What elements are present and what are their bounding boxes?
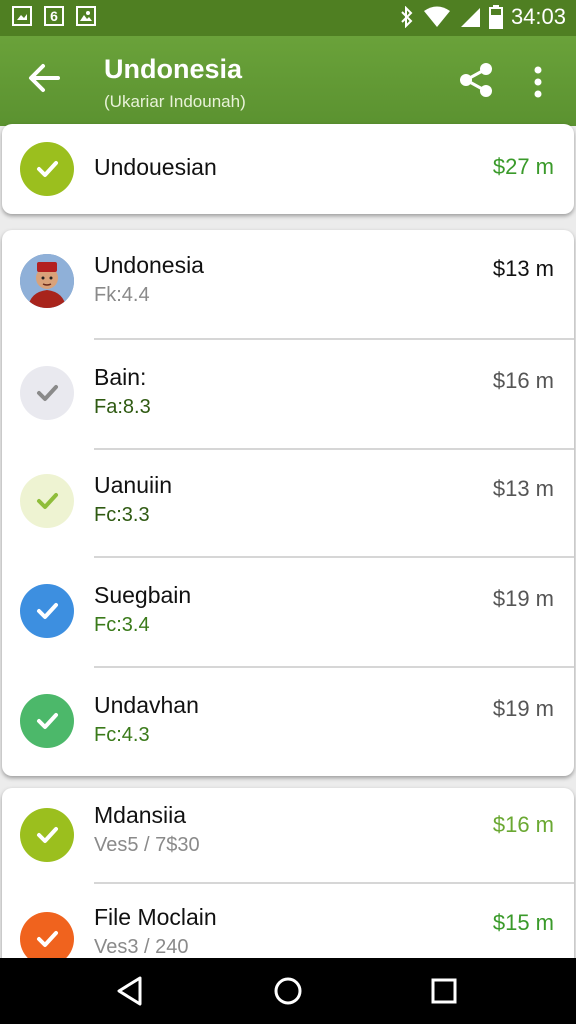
item-price: $15 m: [492, 910, 554, 935]
gallery-notification-icon: [76, 6, 96, 26]
item-subtitle: Ves5 / 7$30: [94, 834, 200, 856]
app-bar: Undonesia (Ukariar Indounah): [0, 36, 576, 126]
item-price: $19 m: [492, 586, 554, 611]
item-name: Undonesia: [94, 252, 204, 278]
check-icon: [20, 366, 74, 420]
list-item[interactable]: Bain: Fa:8.3 $16 m: [2, 340, 574, 448]
clock: 34:03: [510, 4, 566, 29]
page-subtitle: (Ukariar Indounah): [104, 92, 246, 111]
item-name: Bain:: [94, 364, 147, 390]
item-price: $13 m: [492, 476, 554, 501]
back-arrow-icon[interactable]: [24, 58, 64, 98]
item-price: $16 m: [492, 368, 554, 393]
more-options-icon[interactable]: [526, 62, 550, 102]
page-title: Undonesia: [104, 54, 243, 84]
item-subtitle: Fa:8.3: [94, 396, 151, 418]
bluetooth-icon: [401, 6, 413, 28]
check-icon: [20, 142, 74, 196]
check-icon: [20, 694, 74, 748]
item-name: Suegbain: [94, 582, 192, 608]
status-bar: 6 34:03: [0, 0, 576, 36]
nav-home-icon[interactable]: [272, 975, 304, 1007]
wifi-icon: [423, 6, 450, 27]
item-subtitle: Fc:3.4: [94, 614, 150, 636]
share-icon[interactable]: [456, 60, 496, 100]
check-icon: [20, 474, 74, 528]
nav-recents-icon[interactable]: [428, 975, 460, 1007]
battery-icon: [488, 5, 503, 29]
avatar: [20, 254, 74, 308]
image-notification-icon: [12, 6, 32, 26]
list-item[interactable]: Mdansiia Ves5 / 7$30 $16 m: [2, 788, 574, 882]
list-item[interactable]: Undouesian $27 m: [2, 124, 574, 214]
summary-card: Undouesian $27 m: [2, 124, 574, 214]
item-subtitle: Ves3 / 240: [94, 936, 189, 958]
item-price: $16 m: [492, 812, 554, 837]
item-name: File Moclain: [94, 904, 217, 930]
navigation-bar: [0, 958, 576, 1024]
calendar-notification-icon: 6: [44, 6, 64, 26]
list-item[interactable]: Undonesia Fk:4.4 $13 m: [2, 230, 574, 338]
item-name: Uanuiin: [94, 472, 172, 498]
check-icon: [20, 584, 74, 638]
item-price: $27 m: [492, 154, 554, 179]
item-subtitle: Fc:3.3: [94, 504, 150, 526]
item-price: $13 m: [492, 256, 554, 281]
check-icon: [20, 808, 74, 862]
list-item[interactable]: Suegbain Fc:3.4 $19 m: [2, 558, 574, 666]
list-item[interactable]: Undavhan Fc:4.3 $19 m: [2, 668, 574, 776]
item-price: $19 m: [492, 696, 554, 721]
list-item[interactable]: Uanuiin Fc:3.3 $13 m: [2, 450, 574, 556]
item-subtitle: Fc:4.3: [94, 724, 150, 746]
item-subtitle: Fk:4.4: [94, 284, 150, 306]
signal-icon: [460, 8, 480, 27]
main-list-card: Undonesia Fk:4.4 $13 m Bain: Fa:8.3 $16 …: [2, 230, 574, 776]
item-name: Mdansiia: [94, 802, 187, 828]
item-name: Undouesian: [94, 154, 217, 180]
nav-back-icon[interactable]: [114, 975, 146, 1007]
item-name: Undavhan: [94, 692, 199, 718]
